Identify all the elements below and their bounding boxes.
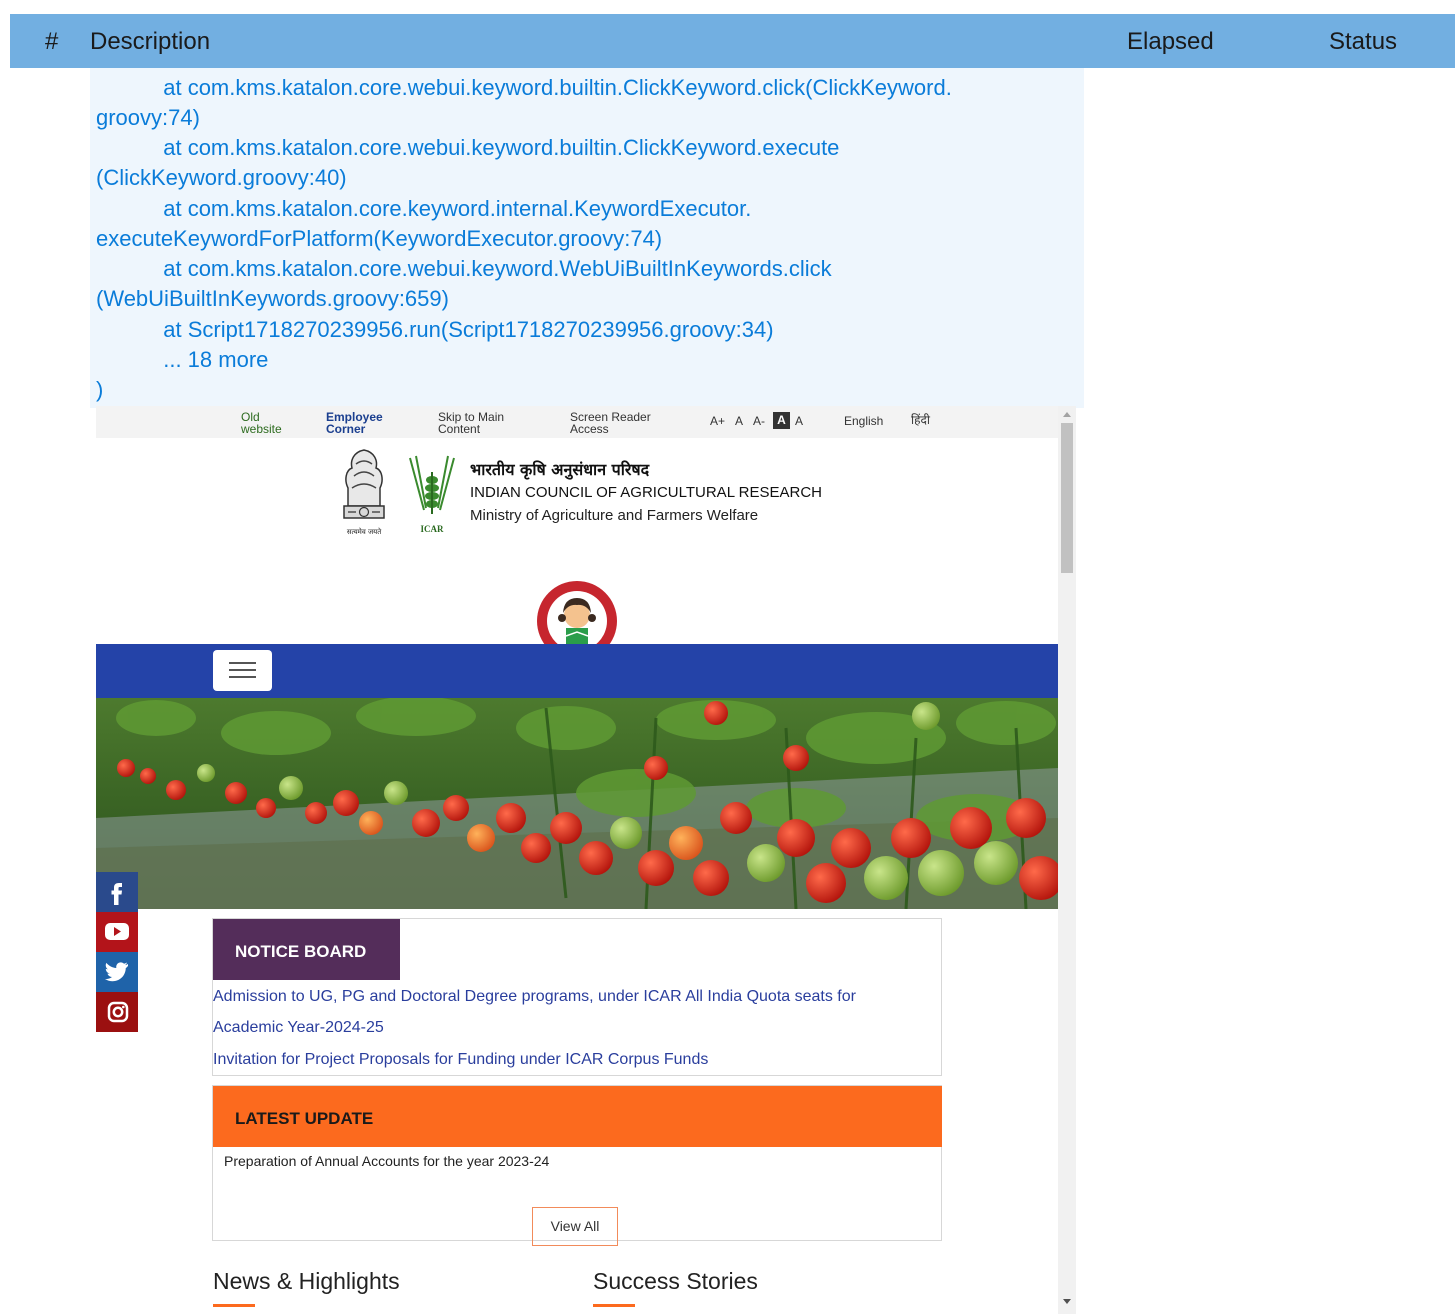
national-emblem-icon: सत्यमेव जयते [343, 449, 385, 536]
youtube-icon [105, 923, 129, 940]
youtube-link[interactable] [96, 912, 138, 952]
icar-logo-icon: ICAR [409, 455, 455, 534]
scrollbar-thumb[interactable] [1061, 423, 1073, 573]
contrast-dark-button[interactable]: A [773, 412, 790, 429]
latest-update-title: LATEST UPDATE [213, 1086, 942, 1147]
contrast-light-button[interactable]: A [795, 414, 803, 428]
stack-trace: at com.kms.katalon.core.webui.keyword.bu… [90, 68, 1084, 408]
vertical-scrollbar[interactable] [1058, 406, 1076, 1314]
notice-item-link[interactable]: Admission to UG, PG and Doctoral Degree … [213, 981, 856, 1013]
site-header: सत्यमेव जयते ICAR भारतीय कृषि अनुसंधान प… [96, 438, 1058, 661]
report-table-header: # Description Elapsed Status [10, 14, 1455, 68]
trace-line: at Script1718270239956.run(Script1718270… [96, 317, 774, 342]
trace-line: (ClickKeyword.groovy:40) [96, 165, 347, 190]
page-screenshot: Old website Employee Corner Skip to Main… [96, 406, 1076, 1314]
view-all-button[interactable]: View All [532, 1207, 618, 1246]
heading-underline [593, 1304, 635, 1307]
employee-corner-link[interactable]: Employee Corner [326, 411, 383, 435]
facebook-link[interactable] [96, 872, 138, 912]
trace-line: executeKeywordForPlatform(KeywordExecuto… [96, 226, 663, 251]
twitter-link[interactable] [96, 952, 138, 992]
hamburger-bar [229, 669, 256, 671]
hamburger-bar [229, 676, 256, 678]
menu-toggle-button[interactable] [213, 650, 272, 691]
trace-line: at com.kms.katalon.core.webui.keyword.bu… [96, 75, 952, 100]
old-website-link[interactable]: Old website [241, 411, 282, 435]
font-normal-button[interactable]: A [735, 414, 743, 428]
font-decrease-button[interactable]: A- [753, 414, 765, 428]
skip-to-main-link[interactable]: Skip to Main Content [438, 411, 504, 435]
latest-update-panel: LATEST UPDATE Preparation of Annual Acco… [212, 1085, 942, 1246]
trace-line: ) [96, 377, 104, 402]
utility-bar: Old website Employee Corner Skip to Main… [96, 406, 1058, 438]
hero-banner-image [96, 698, 1058, 909]
column-number: # [45, 28, 59, 55]
language-english-link[interactable]: English [844, 414, 883, 428]
scroll-up-arrow-icon[interactable] [1063, 412, 1071, 417]
scroll-down-arrow-icon[interactable] [1063, 1299, 1071, 1304]
news-highlights-heading: News & Highlights [213, 1268, 400, 1294]
column-status: Status [1329, 28, 1398, 55]
link-label: Corner [326, 422, 366, 436]
notice-board-panel: NOTICE BOARD Admission to UG, PG and Doc… [212, 918, 942, 1076]
facebook-icon [111, 883, 122, 905]
twitter-icon [105, 962, 128, 982]
link-label: website [241, 422, 282, 436]
notice-item-link[interactable]: Academic Year-2024-25 [213, 1012, 384, 1044]
latest-update-item[interactable]: Preparation of Annual Accounts for the y… [224, 1153, 549, 1169]
instagram-link[interactable] [96, 992, 138, 1032]
column-elapsed: Elapsed [1127, 28, 1214, 55]
link-label: Content [438, 422, 481, 436]
language-hindi-link[interactable]: हिंदी [911, 411, 930, 428]
emblem-motto: सत्यमेव जयते [347, 527, 382, 536]
notice-board-title: NOTICE BOARD [213, 919, 400, 980]
site-title-english: INDIAN COUNCIL OF AGRICULTURAL RESEARCH [470, 484, 822, 501]
icar-logo-label: ICAR [420, 524, 444, 534]
trace-line: at com.kms.katalon.core.webui.keyword.bu… [96, 135, 840, 160]
trace-line: at com.kms.katalon.core.keyword.internal… [96, 196, 752, 221]
trace-line: at com.kms.katalon.core.webui.keyword.We… [96, 256, 832, 281]
main-navbar [96, 644, 1058, 698]
trace-line: ... 18 more [96, 347, 269, 372]
column-description: Description [90, 28, 211, 55]
success-stories-heading: Success Stories [593, 1268, 758, 1294]
instagram-icon [107, 1001, 129, 1023]
hamburger-bar [229, 662, 256, 664]
font-increase-button[interactable]: A+ [710, 414, 725, 428]
trace-line: (WebUiBuiltInKeywords.groovy:659) [96, 286, 449, 311]
notice-item-link[interactable]: Invitation for Project Proposals for Fun… [213, 1044, 708, 1076]
site-title-hindi: भारतीय कृषि अनुसंधान परिषद [470, 460, 650, 479]
screen-reader-link[interactable]: Screen Reader Access [570, 411, 651, 435]
site-subtitle-ministry: Ministry of Agriculture and Farmers Welf… [470, 507, 759, 524]
heading-underline [213, 1304, 255, 1307]
trace-line: groovy:74) [96, 105, 200, 130]
link-label: Access [570, 422, 609, 436]
